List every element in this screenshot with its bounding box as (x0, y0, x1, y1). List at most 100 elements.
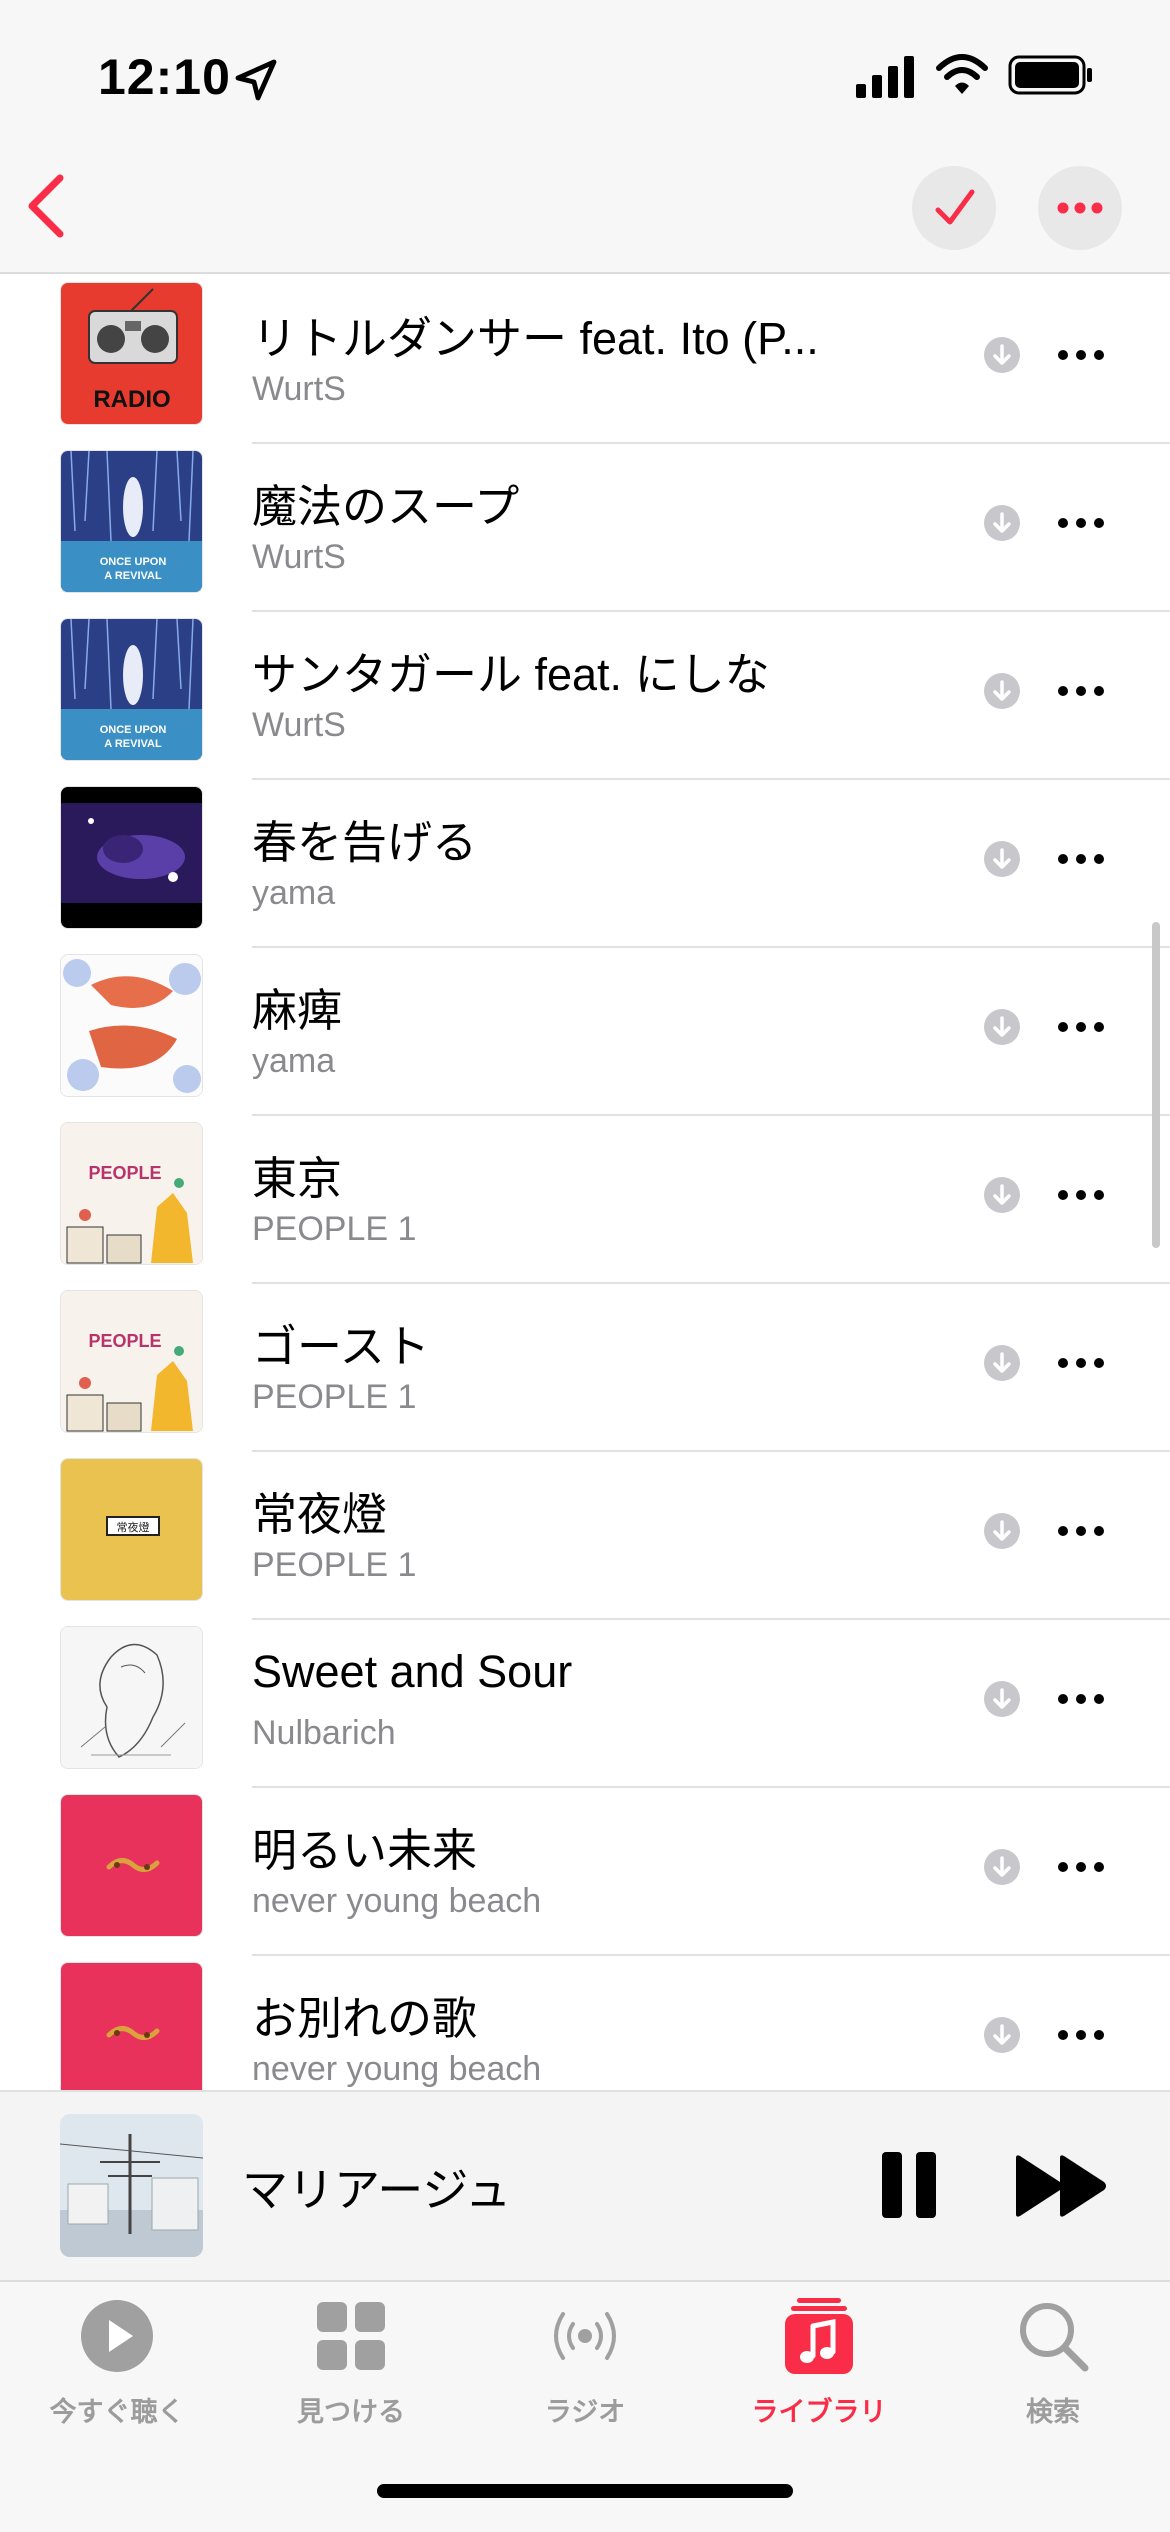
song-artist: Nulbarich (252, 1714, 396, 1752)
download-icon[interactable] (983, 1848, 1021, 1886)
download-icon[interactable] (983, 1008, 1021, 1046)
scrollbar[interactable] (1152, 922, 1160, 1248)
ellipsis-icon[interactable] (1055, 1348, 1107, 1378)
album-artwork: 常夜燈 (60, 1458, 203, 1601)
tab-label: 検索 (1026, 2397, 1080, 2427)
download-icon[interactable] (983, 1176, 1021, 1214)
now-playing-title: マリアージュ (242, 2164, 512, 2216)
tab-label: 今すぐ聴く (49, 2397, 185, 2427)
svg-text:ONCE UPON: ONCE UPON (100, 556, 167, 568)
download-icon[interactable] (983, 1344, 1021, 1382)
download-icon[interactable] (983, 1512, 1021, 1550)
song-artist: WurtS (252, 706, 346, 744)
location-arrow-icon (235, 59, 277, 101)
ellipsis-icon[interactable] (1055, 508, 1107, 538)
grid-icon (317, 2302, 385, 2370)
song-artist: WurtS (252, 538, 346, 576)
song-artist: never young beach (252, 2050, 542, 2088)
download-icon[interactable] (983, 672, 1021, 710)
song-row[interactable]: 明るい未来 never young beach (0, 1788, 1170, 1956)
ellipsis-icon[interactable] (1055, 2020, 1107, 2050)
ellipsis-icon (1057, 202, 1103, 214)
album-artwork: PEOPLE (60, 1122, 203, 1265)
song-title: 麻痺 (252, 985, 343, 1036)
song-row[interactable]: RADIO リトルダンサー feat. Ito (P... WurtS (0, 276, 1170, 444)
svg-text:常夜燈: 常夜燈 (117, 1520, 150, 1534)
pause-button[interactable] (878, 2150, 940, 2220)
song-title: 春を告げる (252, 817, 478, 868)
next-track-button[interactable] (1014, 2154, 1110, 2218)
download-icon[interactable] (983, 336, 1021, 374)
download-icon[interactable] (983, 840, 1021, 878)
play-circle-icon (81, 2300, 153, 2372)
song-row[interactable]: ONCE UPON A REVIVAL 魔法のスープ WurtS (0, 444, 1170, 612)
tab-label: ライブラリ (751, 2397, 887, 2427)
status-time: 12:10 (98, 49, 231, 105)
song-row[interactable]: 麻痺 yama (0, 948, 1170, 1116)
ellipsis-icon[interactable] (1055, 844, 1107, 874)
song-artist: yama (252, 1042, 336, 1080)
song-artist: never young beach (252, 1882, 542, 1920)
album-artwork (60, 954, 203, 1097)
song-title: 東京 (252, 1153, 343, 1204)
wifi-icon (936, 54, 988, 94)
mini-player[interactable]: マリアージュ (0, 2090, 1170, 2282)
song-row[interactable]: PEOPLE ゴースト PEOPLE 1 (0, 1284, 1170, 1452)
song-row[interactable]: Sweet and Sour Nulbarich (0, 1620, 1170, 1788)
song-title: Sweet and Sour (252, 1646, 573, 1697)
song-title: ゴースト (252, 1321, 430, 1372)
song-title: リトルダンサー feat. Ito (P... (252, 313, 819, 364)
download-icon[interactable] (983, 1680, 1021, 1718)
song-row[interactable]: お別れの歌 never young beach (0, 1956, 1170, 2090)
album-artwork (60, 1962, 203, 2090)
ellipsis-icon[interactable] (1055, 1516, 1107, 1546)
song-title: 明るい未来 (252, 1825, 478, 1876)
cellular-signal-icon (856, 56, 914, 98)
tab-browse[interactable]: 見つける (234, 2296, 468, 2446)
back-button[interactable] (18, 170, 78, 242)
album-artwork: ONCE UPON A REVIVAL (60, 450, 203, 593)
song-title: 常夜燈 (252, 1489, 388, 1540)
tab-label: ラジオ (544, 2397, 626, 2427)
song-list: RADIO リトルダンサー feat. Ito (P... WurtS ONCE… (0, 276, 1170, 2090)
album-artwork: RADIO (60, 282, 203, 425)
header: 12:10 (0, 0, 1170, 274)
song-row[interactable]: 春を告げる yama (0, 780, 1170, 948)
ellipsis-icon[interactable] (1055, 676, 1107, 706)
tab-library[interactable]: ライブラリ (702, 2296, 936, 2446)
svg-text:RADIO: RADIO (93, 386, 170, 413)
svg-text:A REVIVAL: A REVIVAL (104, 738, 162, 750)
song-title: お別れの歌 (252, 1993, 478, 2044)
song-artist: PEOPLE 1 (252, 1378, 417, 1416)
song-row[interactable]: 常夜燈 常夜燈 PEOPLE 1 (0, 1452, 1170, 1620)
select-button[interactable] (912, 166, 996, 250)
song-artist: PEOPLE 1 (252, 1210, 417, 1248)
song-title: サンタガール feat. にしな (252, 649, 770, 700)
now-playing-artwork (60, 2114, 203, 2257)
ellipsis-icon[interactable] (1055, 340, 1107, 370)
ellipsis-icon[interactable] (1055, 1012, 1107, 1042)
song-artist: yama (252, 874, 336, 912)
search-icon (1020, 2303, 1089, 2372)
album-artwork (60, 786, 203, 929)
svg-text:ONCE UPON: ONCE UPON (100, 724, 167, 736)
album-artwork: PEOPLE (60, 1290, 203, 1433)
home-indicator[interactable] (377, 2484, 793, 2498)
download-icon[interactable] (983, 2016, 1021, 2054)
ellipsis-icon[interactable] (1055, 1684, 1107, 1714)
song-row[interactable]: ONCE UPON A REVIVAL サンタガール feat. にしな Wur… (0, 612, 1170, 780)
checkmark-icon (935, 189, 975, 225)
ellipsis-icon[interactable] (1055, 1852, 1107, 1882)
song-row[interactable]: PEOPLE 東京 PEOPLE 1 (0, 1116, 1170, 1284)
tab-radio[interactable]: ラジオ (468, 2296, 702, 2446)
music-library-icon (785, 2298, 853, 2374)
tab-listen-now[interactable]: 今すぐ聴く (0, 2296, 234, 2446)
tab-search[interactable]: 検索 (936, 2296, 1170, 2446)
svg-text:PEOPLE: PEOPLE (88, 1163, 161, 1183)
download-icon[interactable] (983, 504, 1021, 542)
ellipsis-icon[interactable] (1055, 1180, 1107, 1210)
more-options-button[interactable] (1038, 166, 1122, 250)
tab-label: 見つける (297, 2397, 405, 2427)
radio-waves-icon (554, 2312, 616, 2360)
battery-icon (1008, 55, 1092, 95)
